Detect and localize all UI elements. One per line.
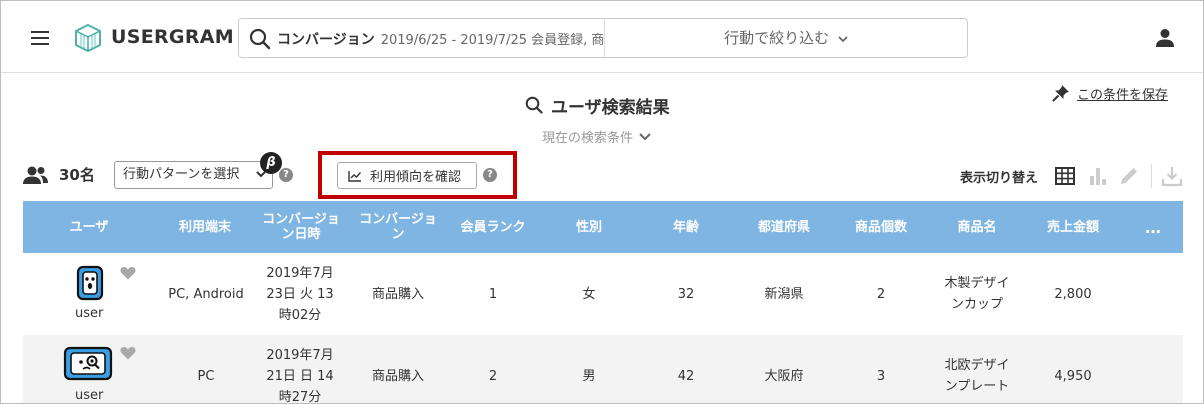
column-header-gender[interactable]: 性別 [541,201,637,253]
beta-badge: β [260,152,282,174]
current-conditions-toggle[interactable]: 現在の検索条件 [542,127,651,146]
cell-product: 木製デザインカップ [944,276,1010,312]
account-icon[interactable] [1154,27,1176,49]
search-keyword: コンバージョン [277,32,375,48]
users-icon [23,166,48,184]
favorite-heart-icon[interactable] [120,266,136,280]
toolbar-separator [1151,164,1152,188]
cell-age: 32 [677,286,695,302]
column-header-conversion-datetime[interactable]: コンバージョン日時 [261,201,341,253]
cell-quantity: 3 [876,368,886,384]
behavior-pattern-label: 行動パターンを選択 [123,167,240,182]
cell-conversion-datetime: 2019年7月21日 日 14時27分 [266,347,334,404]
app-window: USERGRAM コンバージョン 2019/6/25 - 2019/7/25 会員… [0,0,1204,404]
user-avatar-icon[interactable] [75,265,105,301]
cell-quantity: 2 [876,286,886,302]
top-header: USERGRAM コンバージョン 2019/6/25 - 2019/7/25 会員… [1,1,1203,73]
bar-chart-icon[interactable] [1087,165,1109,187]
column-header-prefecture[interactable]: 都道府県 [735,201,833,253]
cell-conversion: 商品購入 [371,286,424,302]
pin-icon [1052,85,1069,102]
user-count-value: 30名 [59,166,95,184]
user-avatar-icon[interactable] [63,345,113,383]
user-count: 30名 [23,164,95,185]
usage-trend-button[interactable]: 利用傾向を確認 [337,162,477,189]
cell-gender: 男 [582,368,596,384]
cell-device: PC [197,368,215,384]
cell-sales: 2,800 [1054,286,1092,302]
edit-icon[interactable] [1118,165,1140,187]
search-icon [525,96,543,114]
chevron-down-icon [639,133,651,141]
cell-member-rank: 2 [488,368,498,384]
cell-prefecture: 大阪府 [764,368,804,384]
cell-prefecture: 新潟県 [764,286,804,302]
column-header-user[interactable]: ユーザ [23,201,155,253]
search-detail: 2019/6/25 - 2019/7/25 会員登録, 商品 [380,33,603,48]
column-header-device[interactable]: 利用端末 [155,201,255,253]
usage-trend-label: 利用傾向を確認 [370,170,462,185]
view-toggle-label: 表示切り替え [960,171,1039,186]
page-title: ユーザ検索結果 [525,93,670,118]
behavior-pattern-select[interactable]: 行動パターンを選択 [114,161,273,189]
current-conditions-label: 現在の検索条件 [542,131,634,146]
usergram-logo-icon [75,23,101,53]
help-icon[interactable]: ? [483,168,497,182]
cell-device: PC, Android [168,286,244,302]
cell-age: 42 [677,368,695,384]
user-label: user [75,306,104,321]
cell-sales: 4,950 [1054,368,1092,384]
search-summary[interactable]: コンバージョン 2019/6/25 - 2019/7/25 会員登録, 商品 [277,29,603,49]
table-row[interactable]: user PC 2019年7月21日 日 14時27分 商品購入 2 男 42 … [23,335,1183,404]
menu-icon[interactable] [31,31,49,45]
line-chart-icon [348,170,362,182]
column-header-quantity[interactable]: 商品個数 [833,201,929,253]
table-view-icon[interactable] [1054,165,1076,187]
cell-member-rank: 1 [488,286,498,302]
save-condition-link[interactable]: この条件を保存 [1051,83,1168,103]
cell-product: 北欧デザインプレート [944,358,1010,394]
cell-conversion-datetime: 2019年7月23日 火 13時02分 [266,265,334,323]
cell-conversion: 商品購入 [371,368,424,384]
user-label: user [75,388,104,403]
column-header-sales[interactable]: 売上金額 [1025,201,1121,253]
app-name: USERGRAM [111,26,234,48]
search-bar[interactable]: コンバージョン 2019/6/25 - 2019/7/25 会員登録, 商品 行動… [238,18,968,58]
download-icon[interactable] [1161,165,1183,187]
column-header-member-rank[interactable]: 会員ランク [445,201,541,253]
favorite-heart-icon[interactable] [120,346,136,360]
page-title-text: ユーザ検索結果 [551,97,670,118]
behavior-filter-button[interactable]: 行動で絞り込む [605,19,967,57]
behavior-filter-label: 行動で絞り込む [724,29,830,47]
help-icon[interactable]: ? [279,168,293,182]
search-icon [249,28,271,50]
column-header-age[interactable]: 年齢 [637,201,735,253]
table-header: ユーザ 利用端末 コンバージョン日時 コンバージョン 会員ランク 性別 年齢 都… [23,201,1183,253]
cell-gender: 女 [582,286,596,302]
column-header-product[interactable]: 商品名 [929,201,1025,253]
save-condition-label: この条件を保存 [1077,87,1169,103]
chevron-down-icon [838,36,848,43]
more-columns-button[interactable]: … [1131,201,1175,253]
column-header-conversion[interactable]: コンバージョン [358,201,438,253]
table-row[interactable]: user PC, Android 2019年7月23日 火 13時02分 商品購… [23,253,1183,335]
